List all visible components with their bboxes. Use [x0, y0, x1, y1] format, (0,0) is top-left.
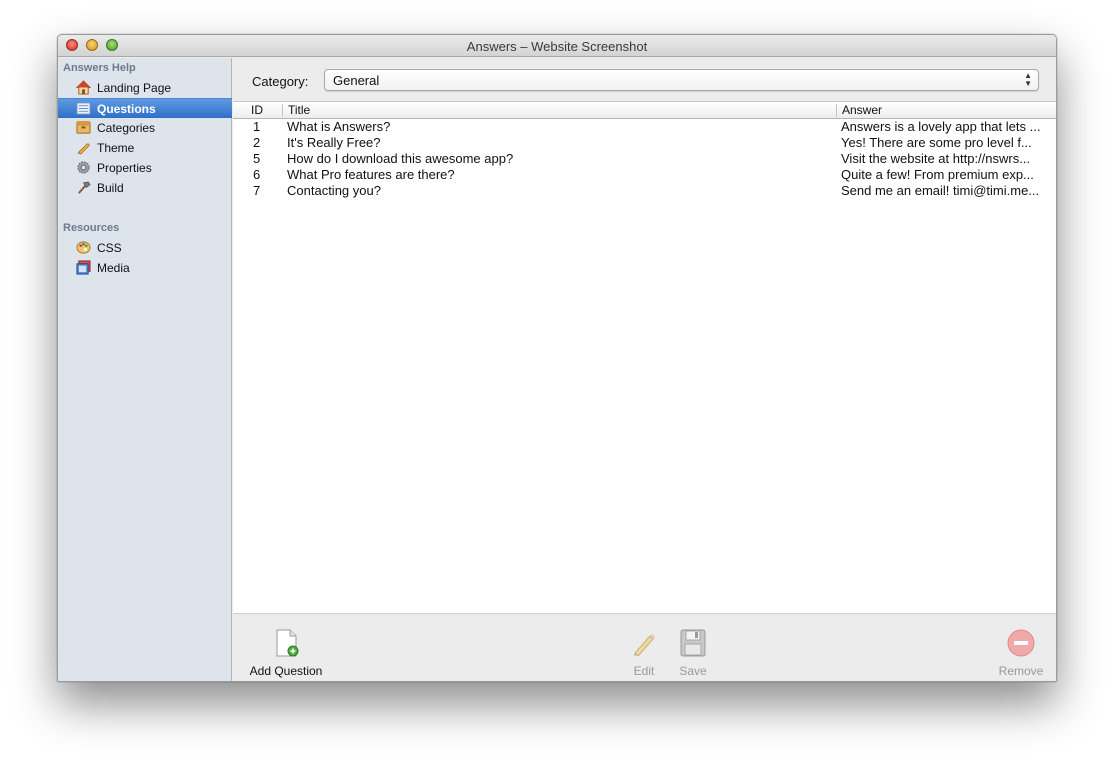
questions-table[interactable]: ID Title Answer 1 What is Answers? Answe…	[233, 101, 1056, 613]
sidebar-item-label: Properties	[97, 161, 152, 175]
pencil-icon	[77, 142, 91, 155]
remove-label: Remove	[998, 664, 1044, 678]
floppy-disk-icon	[678, 628, 708, 658]
cell-answer: Visit the website at http://nswrs...	[841, 151, 1031, 166]
sidebar-item-css[interactable]: CSS	[58, 238, 232, 258]
sidebar-item-label: CSS	[97, 241, 122, 255]
cell-title: Contacting you?	[287, 183, 381, 198]
cell-title: It's Really Free?	[287, 135, 381, 150]
cell-answer: Answers is a lovely app that lets ...	[841, 119, 1041, 134]
cell-answer: Send me an email! timi@timi.me...	[841, 183, 1040, 198]
picture-icon	[76, 260, 91, 275]
cell-answer: Quite a few! From premium exp...	[841, 167, 1034, 182]
table-row[interactable]: 1 What is Answers? Answers is a lovely a…	[233, 119, 1056, 135]
app-window: Answers – Website Screenshot Answers Hel…	[57, 34, 1057, 682]
cell-id: 1	[253, 119, 261, 134]
window-title: Answers – Website Screenshot	[466, 39, 648, 54]
house-icon	[76, 80, 91, 95]
pencil-icon	[629, 628, 659, 658]
sidebar-item-properties[interactable]: Properties	[58, 158, 232, 178]
add-question-button[interactable]: Add Question	[246, 628, 326, 678]
sidebar-item-build[interactable]: Build	[58, 178, 232, 198]
sidebar-item-label: Landing Page	[97, 81, 172, 95]
title-bar[interactable]: Answers – Website Screenshot	[58, 35, 1056, 57]
main-content: Category: General ▲ ▼ ID Title Answer 1 W…	[233, 58, 1056, 681]
cell-answer: Yes! There are some pro level f...	[841, 135, 1032, 150]
gear-icon	[77, 161, 90, 174]
cell-id: 6	[253, 167, 261, 182]
bottom-toolbar: Add Question Edit Save Remove	[233, 613, 1056, 681]
category-selected-value: General	[333, 73, 380, 88]
column-divider[interactable]	[282, 104, 283, 117]
select-arrows-icon: ▲ ▼	[1024, 71, 1032, 88]
cell-title: What Pro features are there?	[287, 167, 455, 182]
sidebar-item-questions[interactable]: Questions	[58, 98, 232, 118]
edit-button[interactable]: Edit	[624, 628, 664, 678]
table-row[interactable]: 6 What Pro features are there? Quite a f…	[233, 167, 1056, 183]
hammer-icon	[78, 181, 91, 194]
cell-id: 7	[253, 183, 261, 198]
sidebar-item-theme[interactable]: Theme	[58, 138, 232, 158]
save-button[interactable]: Save	[673, 628, 713, 678]
box-icon	[76, 121, 91, 134]
sidebar-item-media[interactable]: Media	[58, 258, 232, 278]
table-row[interactable]: 5 How do I download this awesome app? Vi…	[233, 151, 1056, 167]
sidebar: Answers Help Landing Page Questions Cate…	[58, 58, 232, 681]
sidebar-item-label: Categories	[97, 121, 156, 135]
column-header-id[interactable]: ID	[251, 103, 263, 117]
sidebar-item-label: Build	[97, 181, 124, 195]
cell-title: What is Answers?	[287, 119, 391, 134]
cell-title: How do I download this awesome app?	[287, 151, 514, 166]
list-icon	[76, 102, 91, 115]
add-question-label: Add Question	[249, 664, 323, 678]
category-label: Category:	[252, 74, 309, 89]
column-header-title[interactable]: Title	[288, 103, 310, 117]
save-label: Save	[679, 664, 707, 678]
column-header-answer[interactable]: Answer	[842, 103, 882, 117]
table-header: ID Title Answer	[233, 102, 1056, 119]
add-document-icon	[271, 628, 301, 658]
sidebar-item-label: Theme	[97, 141, 135, 155]
cell-id: 2	[253, 135, 261, 150]
sidebar-item-landing-page[interactable]: Landing Page	[58, 78, 232, 98]
minus-circle-icon	[1006, 628, 1036, 658]
sidebar-item-label: Media	[97, 261, 130, 275]
table-row[interactable]: 2 It's Really Free? Yes! There are some …	[233, 135, 1056, 151]
sidebar-item-label: Questions	[97, 102, 156, 116]
table-row[interactable]: 7 Contacting you? Send me an email! timi…	[233, 183, 1056, 199]
column-divider[interactable]	[836, 104, 837, 117]
cell-id: 5	[253, 151, 261, 166]
sidebar-heading-resources: Resources	[63, 222, 120, 234]
sidebar-heading-answers-help: Answers Help	[63, 62, 136, 74]
edit-label: Edit	[633, 664, 655, 678]
remove-button[interactable]: Remove	[993, 628, 1049, 678]
palette-icon	[76, 241, 91, 254]
sidebar-item-categories[interactable]: Categories	[58, 118, 232, 138]
category-select[interactable]: General ▲ ▼	[324, 69, 1039, 91]
